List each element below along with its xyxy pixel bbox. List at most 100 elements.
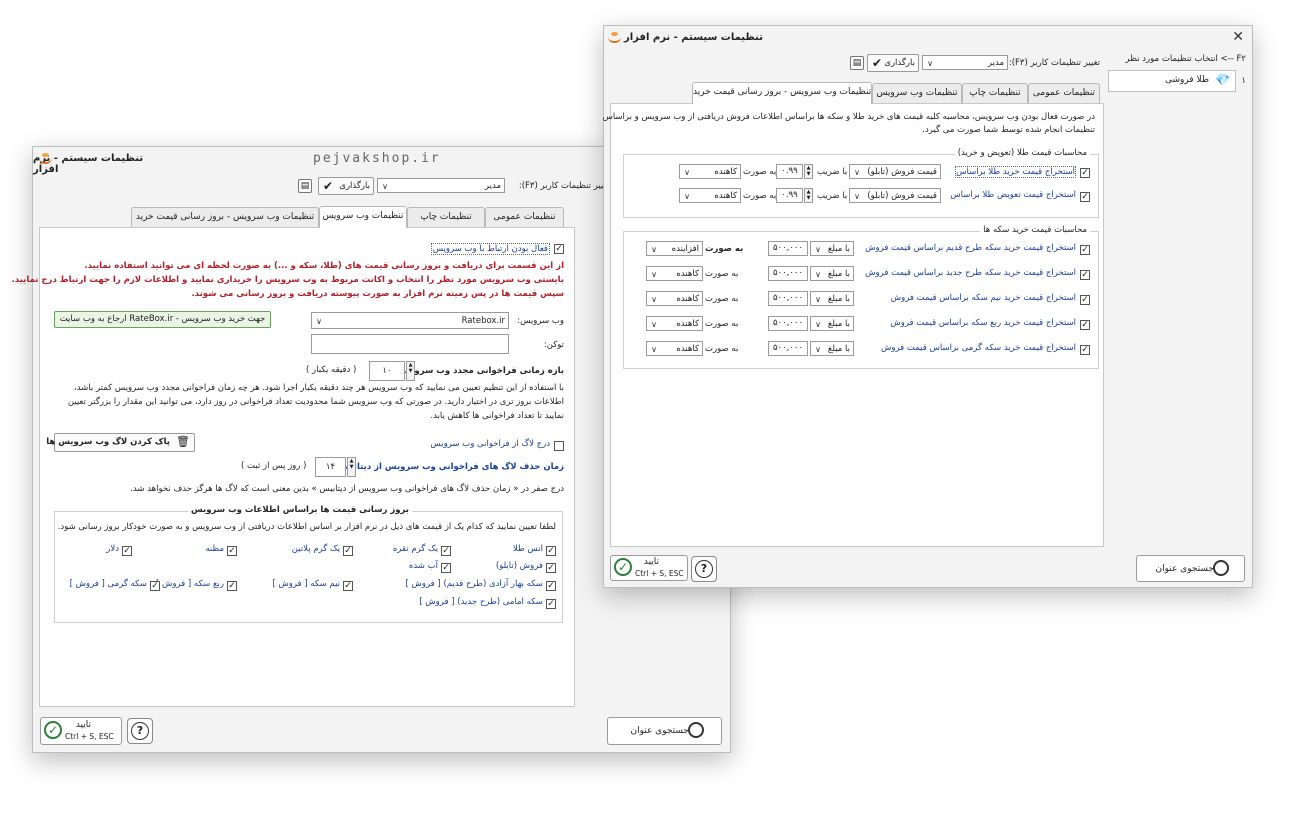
front-coin-quarter-mode-combo[interactable]: کاهنده ∨ bbox=[646, 316, 703, 331]
front-gold-buy-mult-input[interactable]: ۰.۹۹ bbox=[776, 164, 803, 179]
front-tab-webservice[interactable]: تنظیمات وب سرویس bbox=[872, 83, 962, 103]
back-tab-general[interactable]: تنظیمات عمومی bbox=[485, 207, 564, 227]
front-coin-gram-amt-label: با مبلغ bbox=[827, 344, 850, 354]
front-coin-half-mode-combo[interactable]: کاهنده ∨ bbox=[646, 291, 703, 306]
front-gold-exchange-source-combo[interactable]: قیمت فروش (تابلو) ∨ bbox=[849, 188, 941, 203]
back-log-checkbox[interactable] bbox=[554, 441, 564, 451]
checkbox-dollar[interactable]: ✓ bbox=[122, 546, 132, 556]
back-log-delete-input[interactable]: ۱۴ bbox=[315, 457, 346, 477]
front-coin-old-mode-combo[interactable]: افزاینده ∨ bbox=[646, 241, 703, 256]
front-coin-old-checkbox[interactable]: ✓ bbox=[1080, 245, 1090, 255]
front-list-item[interactable]: 💎 طلا فروشی bbox=[1108, 70, 1236, 92]
front-gold-exchange-checkbox[interactable]: ✓ bbox=[1080, 192, 1090, 202]
front-gold-exchange-mult-spinner[interactable]: ▲ ▼ bbox=[804, 188, 813, 203]
front-tab-webservice-buy[interactable]: تنظیمات وب سرویس - بروز رسانی قیمت خرید bbox=[692, 82, 872, 104]
front-load-button[interactable]: ✔ بارگذاری bbox=[867, 54, 919, 72]
clipboard-icon[interactable]: ▤ bbox=[850, 56, 864, 70]
front-coin-gram-mode-combo[interactable]: کاهنده ∨ bbox=[646, 341, 703, 356]
back-interval-input[interactable]: ۱۰ bbox=[369, 361, 405, 381]
front-coin-half-checkbox[interactable]: ✓ bbox=[1080, 295, 1090, 305]
front-ok-label: تایید bbox=[643, 557, 659, 567]
front-coin-quarter-checkbox[interactable]: ✓ bbox=[1080, 320, 1090, 330]
back-token-input[interactable] bbox=[311, 334, 509, 354]
back-log-delete-spinner[interactable]: ▲ ▼ bbox=[347, 457, 356, 477]
front-coin-quarter-amt-combo[interactable]: با مبلغ ∨ bbox=[810, 316, 854, 331]
front-tab-panel: در صورت فعال بودن وب سرویس، محاسبه کلیه … bbox=[602, 103, 1104, 547]
front-gold-buy-source-combo[interactable]: قیمت فروش (تابلو) ∨ bbox=[849, 164, 941, 179]
front-coin-quarter-mode: کاهنده bbox=[676, 319, 699, 329]
front-ok-button[interactable]: ✓ تایید Ctrl + S, ESC bbox=[610, 555, 688, 581]
front-coin-new-mode-combo[interactable]: کاهنده ∨ bbox=[646, 266, 703, 281]
checkbox-half-coin[interactable]: ✓ bbox=[343, 581, 353, 591]
chevron-down-icon: ∨ bbox=[651, 270, 657, 279]
front-gold-buy-mult-spinner[interactable]: ▲ ▼ bbox=[804, 164, 813, 179]
magnifier-icon bbox=[1213, 560, 1229, 576]
front-tab-print[interactable]: تنظیمات چاپ bbox=[962, 83, 1028, 103]
back-interval-label: بازه زمانی فراخوانی مجدد وب سرویس: bbox=[395, 366, 564, 376]
back-update-group-desc: لطفا تعیین نمایید که کدام یک از قیمت های… bbox=[57, 522, 556, 532]
chevron-down-icon: ∨ bbox=[651, 345, 657, 354]
back-tab-webservice[interactable]: تنظیمات وب سرویس bbox=[319, 206, 407, 228]
checkbox-quarter-coin[interactable]: ✓ bbox=[227, 581, 237, 591]
back-interval-spinner[interactable]: ▲ ▼ bbox=[406, 361, 415, 381]
checkbox-platinum[interactable]: ✓ bbox=[343, 546, 353, 556]
checkbox-bahar-coin[interactable]: ✓ bbox=[546, 581, 556, 591]
front-coin-gram-amt-combo[interactable]: با مبلغ ∨ bbox=[810, 341, 854, 356]
front-coin-quarter-mode-label: به صورت bbox=[705, 319, 739, 329]
back-tab-webservice-buy[interactable]: تنظیمات وب سرویس - بروز رسانی قیمت خرید bbox=[131, 207, 319, 227]
front-coin-old-amount[interactable]: ۵۰۰,۰۰۰ bbox=[768, 241, 808, 256]
front-coin-half-amt-label: با مبلغ bbox=[827, 294, 850, 304]
chevron-down-icon: ∨ bbox=[651, 245, 657, 254]
front-coin-new-amt-label: با مبلغ bbox=[827, 269, 850, 279]
front-coin-quarter-amount[interactable]: ۵۰۰,۰۰۰ bbox=[768, 316, 808, 331]
back-ratebox-referral-button[interactable]: ارجاع به وب سایت RateBox.ir - جهت خرید و… bbox=[54, 311, 271, 328]
back-enable-checkbox[interactable]: ✓ bbox=[554, 244, 564, 254]
back-warning-line-1: از این قسمت برای دریافت و بروز رسانی قیم… bbox=[84, 261, 564, 271]
front-gold-buy-checkbox[interactable]: ✓ bbox=[1080, 168, 1090, 178]
front-gold-exchange-mult-input[interactable]: ۰.۹۹ bbox=[776, 188, 803, 203]
back-search-title-button[interactable]: جستجوی عنوان bbox=[607, 717, 722, 745]
front-coin-new-amt-combo[interactable]: با مبلغ ∨ bbox=[810, 266, 854, 281]
back-tab-print[interactable]: تنظیمات چاپ bbox=[407, 207, 485, 227]
back-user-combo[interactable]: مدیر ∨ bbox=[377, 178, 505, 193]
front-coin-gram-amount[interactable]: ۵۰۰,۰۰۰ bbox=[768, 341, 808, 356]
front-coin-half-amt-combo[interactable]: با مبلغ ∨ bbox=[810, 291, 854, 306]
front-coin-new-label: استخراج قیمت خرید سکه طرح جدید براساس قی… bbox=[865, 268, 1076, 278]
front-coin-old-amt-combo[interactable]: با مبلغ ∨ bbox=[810, 241, 854, 256]
front-coin-half-amount[interactable]: ۵۰۰,۰۰۰ bbox=[768, 291, 808, 306]
checkbox-mazaneh[interactable]: ✓ bbox=[227, 546, 237, 556]
chevron-down-icon: ∨ bbox=[815, 270, 821, 279]
checkbox-emami-coin[interactable]: ✓ bbox=[546, 599, 556, 609]
front-help-button[interactable]: ? bbox=[691, 556, 717, 582]
clipboard-icon[interactable]: ▤ bbox=[298, 179, 312, 193]
chevron-down-icon: ∨ bbox=[854, 192, 860, 201]
back-user-settings-label: تغییر تنظیمات کاربر (F۳): bbox=[518, 181, 610, 191]
front-coin-new-checkbox[interactable]: ✓ bbox=[1080, 270, 1090, 280]
front-gold-buy-mode-combo[interactable]: کاهنده ∨ bbox=[679, 164, 741, 179]
front-coin-gram-checkbox[interactable]: ✓ bbox=[1080, 345, 1090, 355]
front-gold-group: محاسبات قیمت طلا (تعویض و خرید) ✓ استخرا… bbox=[623, 148, 1099, 218]
checkbox-gram-coin[interactable]: ✓ bbox=[150, 581, 160, 591]
back-webservice-combo[interactable]: Ratebox.ir ∨ bbox=[311, 312, 509, 329]
chevron-down-icon: ∨ bbox=[684, 168, 690, 177]
front-search-title-button[interactable]: جستجوی عنوان bbox=[1136, 555, 1245, 582]
label-melted: آب شده bbox=[408, 561, 438, 571]
front-coin-new-amount[interactable]: ۵۰۰,۰۰۰ bbox=[768, 266, 808, 281]
back-load-button[interactable]: ✔ بارگذاری bbox=[318, 177, 374, 195]
chevron-down-icon: ∨ bbox=[854, 168, 860, 177]
checkbox-ounce-gold[interactable]: ✓ bbox=[546, 546, 556, 556]
front-user-combo[interactable]: مدیر ∨ bbox=[922, 55, 1008, 70]
front-gold-exchange-mode-combo[interactable]: کاهنده ∨ bbox=[679, 188, 741, 203]
checkbox-silver[interactable]: ✓ bbox=[441, 546, 451, 556]
front-gold-buy-mode: کاهنده bbox=[714, 167, 737, 177]
label-emami-coin: سکه امامی (طرح جدید) [ فروش ] bbox=[419, 597, 543, 607]
front-tab-general[interactable]: تنظیمات عمومی bbox=[1028, 83, 1100, 103]
checkbox-sale-board[interactable]: ✓ bbox=[546, 563, 556, 573]
back-interval-desc-3: نمایید تا تعداد فراخوانی ها کاهش یابد. bbox=[430, 411, 564, 421]
front-titlebar: تنظیمات سیستم - نرم افزار ✕ bbox=[604, 26, 1252, 50]
back-ok-button[interactable]: ✓ تایید Ctrl + S, ESC bbox=[40, 717, 122, 745]
checkbox-melted[interactable]: ✓ bbox=[441, 563, 451, 573]
back-clear-log-button[interactable]: 🗑 پاک کردن لاگ وب سرویس ها bbox=[46, 433, 195, 452]
back-help-button[interactable]: ? bbox=[127, 718, 153, 744]
close-icon[interactable]: ✕ bbox=[1232, 29, 1244, 45]
